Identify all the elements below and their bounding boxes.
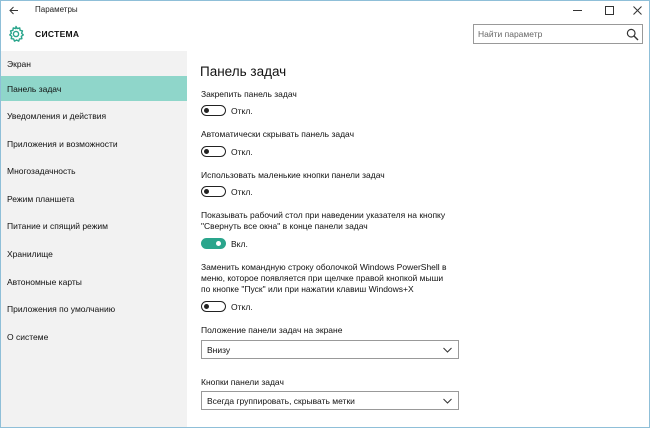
setting-label-autohide: Автоматически скрывать панель задач — [201, 129, 355, 139]
maximize-icon — [604, 5, 614, 15]
search-box[interactable] — [473, 24, 643, 44]
sidebar-item-notifications[interactable]: Уведомления и действия — [1, 103, 187, 128]
section-title: СИСТЕМА — [35, 29, 80, 39]
sidebar-item-about[interactable]: О системе — [1, 324, 187, 349]
toggle-autohide[interactable] — [201, 146, 226, 157]
toggle-lock-taskbar[interactable] — [201, 105, 226, 116]
toggle-state-label: Откл. — [231, 302, 253, 312]
maximize-button[interactable] — [595, 1, 623, 19]
minimize-icon — [572, 9, 582, 11]
sidebar-item-label: О системе — [7, 331, 49, 342]
page-title: Панель задач — [200, 64, 287, 79]
toggle-knob — [204, 303, 209, 309]
sidebar-item-default-apps[interactable]: Приложения по умолчанию — [1, 296, 187, 321]
toggle-state-label: Откл. — [231, 147, 253, 157]
sidebar-item-label: Хранилище — [7, 248, 53, 259]
sidebar-item-power[interactable]: Питание и спящий режим — [1, 213, 187, 238]
taskbar-position-label: Положение панели задач на экране — [201, 325, 343, 335]
setting-label-line: Заменить командную строку оболочкой Wind… — [201, 262, 447, 272]
main-content: Панель задач Закрепить панель задач Откл… — [187, 51, 649, 427]
taskbar-buttons-label: Кнопки панели задач — [201, 377, 284, 387]
gear-icon — [9, 25, 24, 42]
sidebar-item-apps[interactable]: Приложения и возможности — [1, 131, 187, 156]
settings-window: Параметры СИСТЕМА Найти параметр Экран П… — [0, 0, 650, 428]
setting-label-powershell: Заменить командную строку оболочкой Wind… — [201, 262, 501, 295]
sidebar-item-label: Режим планшета — [7, 193, 75, 204]
setting-label-line: меню, которое появляется при щелчке прав… — [201, 273, 444, 283]
sidebar: Экран Панель задач Уведомления и действи… — [1, 51, 187, 427]
setting-label-line: по кнопке "Пуск" или при нажатии клавиш … — [201, 284, 414, 294]
toggle-state-label: Вкл. — [231, 239, 248, 249]
title-bar: Параметры — [1, 1, 649, 19]
taskbar-position-select[interactable]: Внизу — [201, 340, 459, 359]
sidebar-item-label: Питание и спящий режим — [7, 220, 108, 231]
taskbar-buttons-select[interactable]: Всегда группировать, скрывать метки — [201, 391, 459, 410]
sidebar-item-tablet-mode[interactable]: Режим планшета — [1, 186, 187, 211]
search-input[interactable] — [478, 27, 622, 41]
select-value: Всегда группировать, скрывать метки — [207, 396, 355, 406]
sidebar-item-screen[interactable]: Экран — [1, 51, 187, 76]
close-icon — [632, 5, 642, 15]
toggle-powershell[interactable] — [201, 301, 226, 312]
setting-label-line: Показывать рабочий стол при наведении ук… — [201, 210, 446, 220]
setting-label-lock-taskbar: Закрепить панель задач — [201, 89, 297, 99]
toggle-knob — [204, 107, 209, 113]
toggle-knob — [204, 188, 209, 194]
back-arrow-icon — [9, 6, 18, 14]
chevron-down-icon — [443, 347, 452, 353]
select-value: Внизу — [207, 345, 231, 355]
sidebar-item-label: Экран — [7, 58, 31, 69]
sidebar-item-offline-maps[interactable]: Автономные карты — [1, 269, 187, 294]
settings-header: СИСТЕМА — [1, 19, 649, 51]
search-icon — [626, 28, 639, 41]
toggle-small-buttons[interactable] — [201, 186, 226, 197]
toggle-knob — [204, 148, 209, 154]
search-button[interactable] — [626, 28, 639, 41]
toggle-peek-desktop[interactable] — [201, 238, 226, 249]
minimize-button[interactable] — [563, 1, 591, 19]
setting-label-peek-desktop: Показывать рабочий стол при наведении ук… — [201, 210, 501, 232]
sidebar-item-taskbar[interactable]: Панель задач — [1, 76, 187, 101]
setting-label-line: "Свернуть все окна" в конце панели задач — [201, 221, 368, 231]
sidebar-item-label: Многозадачность — [7, 165, 76, 176]
sidebar-item-multitasking[interactable]: Многозадачность — [1, 158, 187, 183]
sidebar-item-label: Приложения по умолчанию — [7, 303, 116, 314]
toggle-state-label: Откл. — [231, 187, 253, 197]
sidebar-item-label: Уведомления и действия — [7, 110, 107, 121]
sidebar-item-storage[interactable]: Хранилище — [1, 241, 187, 266]
sidebar-item-label: Приложения и возможности — [7, 138, 118, 149]
sidebar-item-label: Панель задач — [7, 83, 62, 94]
setting-label-small-buttons: Использовать маленькие кнопки панели зад… — [201, 170, 385, 180]
sidebar-item-label: Автономные карты — [7, 276, 82, 287]
toggle-knob — [216, 240, 221, 246]
close-button[interactable] — [623, 1, 649, 19]
toggle-state-label: Откл. — [231, 106, 253, 116]
chevron-down-icon — [443, 398, 452, 404]
back-button[interactable] — [3, 2, 25, 18]
window-title: Параметры — [35, 5, 78, 14]
